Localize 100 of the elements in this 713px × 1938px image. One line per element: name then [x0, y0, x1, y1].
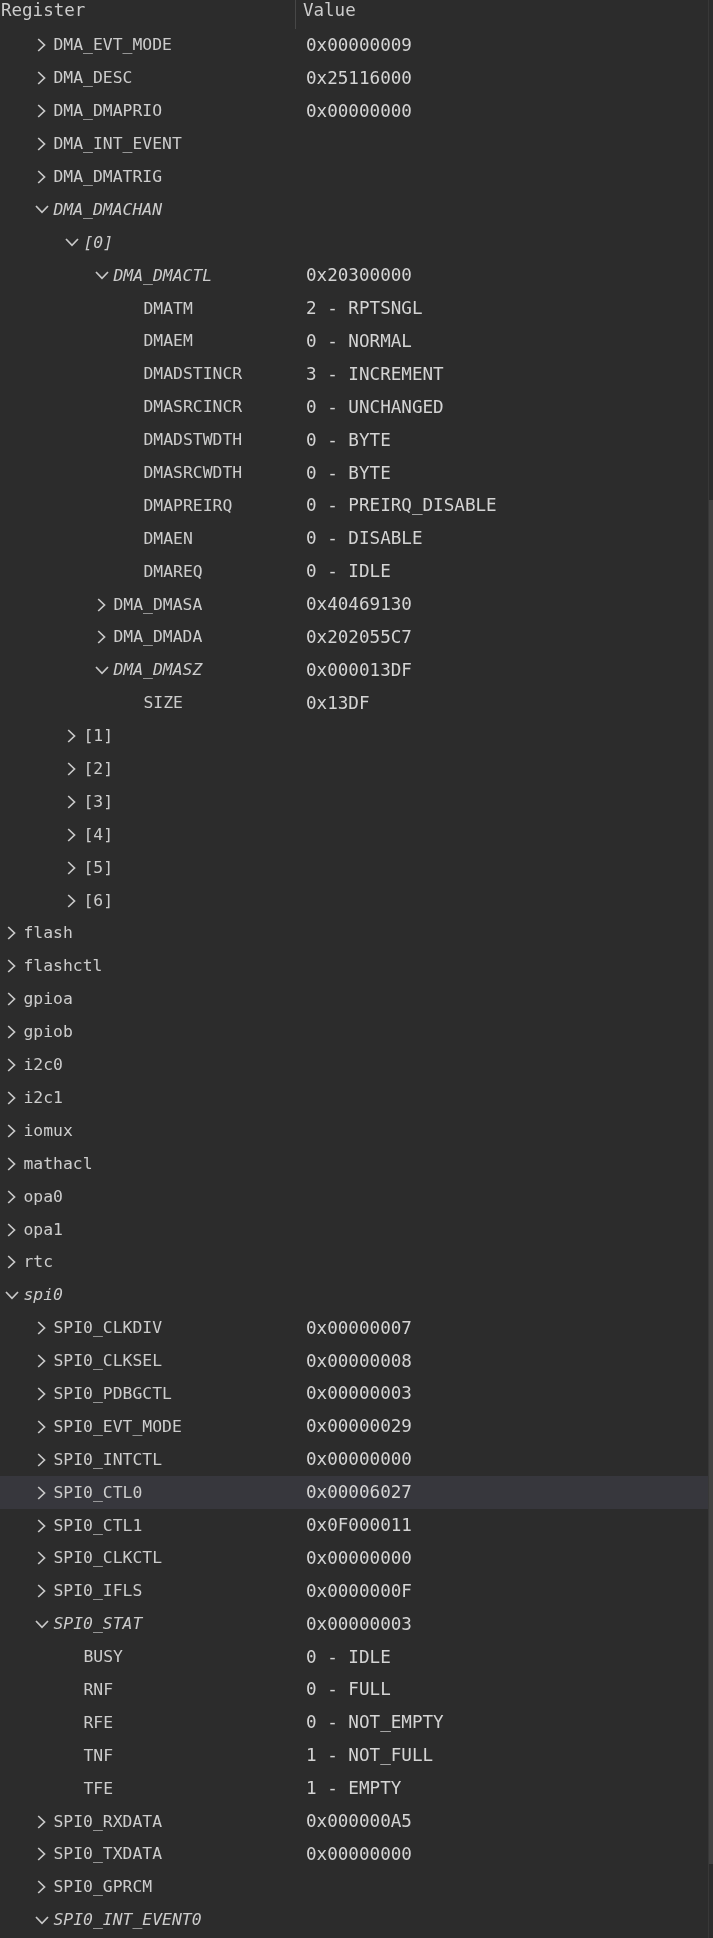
chevron-right-icon[interactable] — [7, 1189, 16, 1204]
tree-row[interactable]: SPI0_RXDATA 0x000000A5 — [0, 1805, 708, 1838]
tree-row[interactable]: DMA_DMATRIG — [0, 160, 708, 194]
chevron-right-icon[interactable] — [67, 729, 76, 744]
tree-row[interactable]: DMASRCWDTH 0 - BYTE — [0, 456, 708, 490]
tree-row[interactable]: RNF 0 - FULL — [0, 1673, 708, 1707]
tree-row[interactable]: DMASRCINCR 0 - UNCHANGED — [0, 390, 708, 424]
tree-row[interactable]: mathacl — [0, 1147, 708, 1181]
chevron-right-icon[interactable] — [37, 170, 46, 184]
chevron-right-icon[interactable] — [37, 1452, 46, 1467]
tree-row[interactable]: RFE 0 - NOT_EMPTY — [0, 1706, 708, 1740]
tree-row[interactable]: DMA_EVT_MODE 0x00000009 — [0, 29, 708, 62]
chevron-down-icon[interactable] — [4, 1290, 19, 1300]
tree-row[interactable]: opa0 — [0, 1180, 708, 1214]
chevron-right-icon[interactable] — [7, 992, 16, 1007]
tree-row[interactable]: gpioa — [0, 982, 708, 1016]
chevron-right-icon[interactable] — [7, 959, 16, 974]
tree-row[interactable]: SPI0_EVT_MODE 0x00000029 — [0, 1410, 708, 1444]
tree-row[interactable]: i2c1 — [0, 1081, 708, 1115]
tree-row[interactable]: SPI0_CTL0 0x00006027 — [0, 1476, 708, 1510]
tree-row[interactable]: SPI0_INT_EVENT0 — [0, 1903, 708, 1937]
tree-row[interactable]: DMA_INT_EVENT — [0, 127, 708, 161]
tree-row[interactable]: DMA_DMASA 0x40469130 — [0, 588, 708, 622]
chevron-right-icon[interactable] — [97, 630, 106, 645]
chevron-down-icon[interactable] — [94, 665, 109, 675]
tree-row[interactable]: SPI0_IFLS 0x0000000F — [0, 1574, 708, 1608]
chevron-right-icon[interactable] — [37, 104, 46, 119]
chevron-right-icon[interactable] — [37, 38, 46, 53]
chevron-right-icon[interactable] — [37, 1814, 46, 1829]
tree-row[interactable]: SPI0_GPRCM — [0, 1870, 708, 1904]
chevron-right-icon[interactable] — [67, 860, 76, 875]
tree-row[interactable]: DMADSTINCR 3 - INCREMENT — [0, 357, 708, 391]
tree-row[interactable]: [3] — [0, 785, 708, 819]
tree-row[interactable]: SPI0_CLKDIV 0x00000007 — [0, 1311, 708, 1345]
chevron-right-icon[interactable] — [37, 1386, 46, 1401]
tree-row[interactable]: DMAREQ 0 - IDLE — [0, 555, 708, 589]
chevron-right-icon[interactable] — [37, 1419, 46, 1434]
tree-row[interactable]: flashctl — [0, 949, 708, 983]
tree-row[interactable]: rtc — [0, 1245, 708, 1279]
tree-row[interactable]: DMA_DMASZ 0x000013DF — [0, 653, 708, 687]
tree-row[interactable]: DMAEN 0 - DISABLE — [0, 522, 708, 556]
tree-row[interactable]: [2] — [0, 752, 708, 786]
tree-row[interactable]: [1] — [0, 719, 708, 753]
chevron-right-icon[interactable] — [37, 1584, 46, 1599]
chevron-right-icon[interactable] — [7, 1123, 16, 1138]
chevron-right-icon[interactable] — [37, 1354, 46, 1369]
chevron-down-icon[interactable] — [34, 205, 49, 215]
tree-row[interactable]: SPI0_CLKCTL 0x00000000 — [0, 1541, 708, 1575]
tree-row[interactable]: SPI0_TXDATA 0x00000000 — [0, 1838, 708, 1871]
tree-row[interactable]: TFE 1 - EMPTY — [0, 1772, 708, 1806]
tree-row[interactable]: DMADSTWDTH 0 - BYTE — [0, 423, 708, 457]
chevron-down-icon[interactable] — [94, 271, 109, 281]
chevron-right-icon[interactable] — [7, 926, 16, 941]
tree-row[interactable]: SPI0_CTL1 0x0F000011 — [0, 1509, 708, 1542]
tree-row[interactable]: gpiob — [0, 1015, 708, 1049]
tree-row[interactable]: SPI0_STAT 0x00000003 — [0, 1607, 708, 1641]
chevron-right-icon[interactable] — [7, 1090, 16, 1105]
tree-row[interactable]: SPI0_INTCTL 0x00000000 — [0, 1443, 708, 1477]
tree-row[interactable]: SIZE 0x13DF — [0, 686, 708, 720]
chevron-right-icon[interactable] — [67, 762, 76, 777]
tree-row[interactable]: spi0 — [0, 1278, 708, 1312]
chevron-right-icon[interactable] — [37, 1485, 46, 1500]
chevron-right-icon[interactable] — [37, 71, 46, 86]
tree-row[interactable]: [4] — [0, 818, 708, 852]
tree-row[interactable]: DMA_DMAPRIO 0x00000000 — [0, 94, 708, 128]
chevron-right-icon[interactable] — [7, 1156, 16, 1171]
tree-row[interactable]: DMA_DMACTL 0x20300000 — [0, 259, 708, 293]
chevron-down-icon[interactable] — [34, 1915, 49, 1925]
chevron-right-icon[interactable] — [37, 1847, 46, 1862]
tree-row[interactable]: DMAPREIRQ 0 - PREIRQ_DISABLE — [0, 489, 708, 523]
tree-row[interactable]: TNF 1 - NOT_FULL — [0, 1739, 708, 1773]
chevron-right-icon[interactable] — [37, 1518, 46, 1533]
tree-row[interactable]: SPI0_CLKSEL 0x00000008 — [0, 1344, 708, 1378]
tree-row[interactable]: DMA_DMACHAN — [0, 193, 708, 227]
tree-row[interactable]: flash — [0, 917, 708, 950]
tree-row[interactable]: DMATM 2 - RPTSNGL — [0, 292, 708, 325]
tree-row[interactable]: SPI0_PDBGCTL 0x00000003 — [0, 1377, 708, 1411]
tree-row[interactable]: [0] — [0, 226, 708, 260]
chevron-right-icon[interactable] — [67, 827, 76, 842]
chevron-right-icon[interactable] — [67, 794, 76, 809]
chevron-down-icon[interactable] — [64, 238, 79, 248]
tree-row[interactable]: [6] — [0, 884, 708, 918]
chevron-right-icon[interactable] — [7, 1058, 16, 1073]
tree-row[interactable]: [5] — [0, 851, 708, 885]
chevron-right-icon[interactable] — [37, 1321, 46, 1336]
tree-row[interactable]: opa1 — [0, 1213, 708, 1246]
tree-row[interactable]: DMA_DESC 0x25116000 — [0, 61, 708, 95]
chevron-right-icon[interactable] — [7, 1222, 16, 1237]
tree-row[interactable]: DMA_DMADA 0x202055C7 — [0, 621, 708, 654]
chevron-right-icon[interactable] — [37, 1551, 46, 1566]
chevron-right-icon[interactable] — [67, 893, 76, 908]
tree-row[interactable]: BUSY 0 - IDLE — [0, 1640, 708, 1674]
chevron-right-icon[interactable] — [97, 597, 106, 612]
tree-row[interactable]: iomux — [0, 1114, 708, 1148]
chevron-right-icon[interactable] — [7, 1255, 16, 1270]
chevron-right-icon[interactable] — [7, 1025, 16, 1040]
chevron-down-icon[interactable] — [34, 1619, 49, 1629]
chevron-right-icon[interactable] — [37, 137, 46, 152]
tree-row[interactable]: i2c0 — [0, 1048, 708, 1082]
tree-row[interactable]: DMAEM 0 - NORMAL — [0, 325, 708, 358]
